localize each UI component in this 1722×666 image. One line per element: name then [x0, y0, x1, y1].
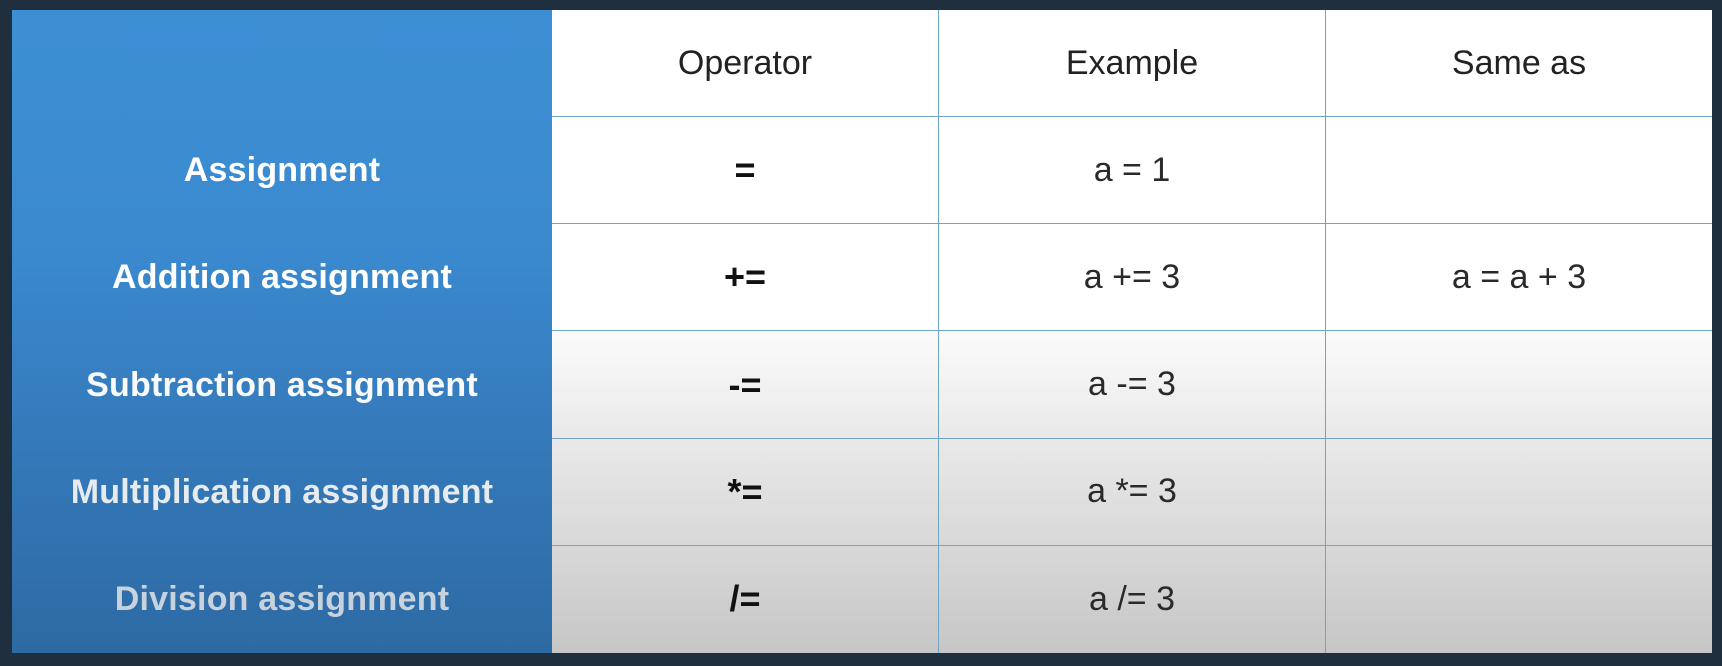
column-header-operator: Operator — [552, 10, 939, 118]
same-as-cell — [1326, 117, 1712, 225]
row-label: Addition assignment — [111, 258, 453, 297]
row-label-header-blank — [12, 10, 552, 117]
same-as-cell — [1326, 545, 1712, 653]
row-label: Division assignment — [114, 579, 450, 618]
example-cell: a = 1 — [939, 117, 1326, 225]
operator-cell: += — [552, 224, 939, 332]
example-cell: a -= 3 — [939, 331, 1326, 439]
row-label: Multiplication assignment — [70, 472, 494, 511]
same-as-cell — [1326, 331, 1712, 439]
column-header-same-as: Same as — [1326, 10, 1712, 118]
row-label: Subtraction assignment — [86, 365, 478, 404]
example-cell: a *= 3 — [939, 438, 1326, 546]
row-label: Assignment — [183, 151, 381, 190]
operator-cell: -= — [552, 331, 939, 439]
column-header-example: Example — [939, 10, 1326, 118]
example-cell: a += 3 — [939, 224, 1326, 332]
operator-cell: *= — [552, 438, 939, 546]
operator-cell: = — [552, 117, 939, 225]
same-as-cell: a = a + 3 — [1326, 224, 1712, 332]
operators-table: Assignment Addition assignment Subtracti… — [12, 10, 1712, 653]
operator-cell: /= — [552, 545, 939, 653]
row-label-column: Assignment Addition assignment Subtracti… — [12, 10, 552, 653]
same-as-cell — [1326, 438, 1712, 546]
example-cell: a /= 3 — [939, 545, 1326, 653]
